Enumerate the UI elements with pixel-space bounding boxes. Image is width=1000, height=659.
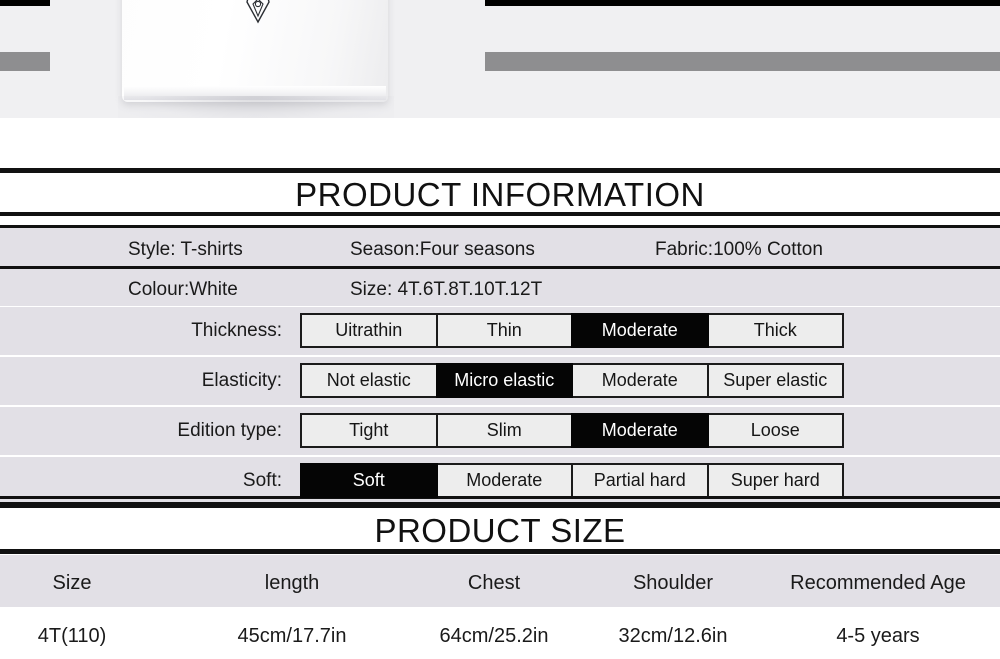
option-thickness-0[interactable]: Uitrathin	[300, 313, 438, 348]
decor-bar-gray-right	[485, 52, 1000, 71]
attribute-row-thickness: Thickness: Uitrathin Thin Moderate Thick	[0, 307, 1000, 355]
ornamental-emblem-icon	[246, 0, 270, 24]
attribute-label-elasticity: Elasticity:	[201, 370, 282, 391]
product-photo	[0, 0, 1000, 160]
size-header-size: Size	[52, 572, 92, 594]
divider-size-top-2	[0, 502, 1000, 508]
info-fabric: Fabric:100% Cotton	[655, 239, 823, 260]
divider-under-heading	[0, 212, 1000, 216]
option-group-edition-type: Tight Slim Moderate Loose	[300, 413, 844, 448]
info-row-2: Colour:White Size: 4T.6T.8T.10T.12T	[0, 269, 1000, 306]
divider-size-under-heading	[0, 549, 1000, 554]
size-table-row: 4T(110) 45cm/17.7in 64cm/25.2in 32cm/12.…	[0, 607, 1000, 659]
option-elasticity-3[interactable]: Super elastic	[706, 363, 844, 398]
option-elasticity-2[interactable]: Moderate	[571, 363, 709, 398]
divider-size-top-1	[0, 496, 1000, 499]
size-table-header-row: Size length Chest Shoulder Recommended A…	[0, 555, 1000, 607]
option-elasticity-1[interactable]: Micro elastic	[435, 363, 573, 398]
option-thickness-1[interactable]: Thin	[435, 313, 573, 348]
size-cell-chest: 64cm/25.2in	[439, 625, 549, 647]
size-cell-shoulder: 32cm/12.6in	[618, 625, 728, 647]
size-cell-size: 4T(110)	[37, 625, 107, 647]
option-soft-2[interactable]: Partial hard	[571, 463, 709, 498]
decor-bar-black-right	[485, 0, 1000, 6]
size-header-chest: Chest	[467, 572, 521, 594]
decor-bar-black-left	[0, 0, 50, 6]
option-edition-type-1[interactable]: Slim	[435, 413, 573, 448]
option-thickness-2[interactable]: Moderate	[571, 313, 709, 348]
option-soft-1[interactable]: Moderate	[435, 463, 573, 498]
size-header-shoulder: Shoulder	[632, 572, 714, 594]
divider-top	[0, 168, 1000, 173]
option-soft-0[interactable]: Soft	[300, 463, 438, 498]
product-size-heading: PRODUCT SIZE	[374, 512, 626, 549]
info-colour: Colour:White	[128, 279, 238, 300]
size-header-recommended-age: Recommended Age	[790, 572, 966, 594]
attribute-row-edition-type: Edition type: Tight Slim Moderate Loose	[0, 407, 1000, 455]
info-size-list: Size: 4T.6T.8T.10T.12T	[350, 279, 543, 300]
info-season: Season:Four seasons	[350, 239, 535, 260]
attribute-label-edition-type: Edition type:	[177, 420, 282, 441]
option-elasticity-0[interactable]: Not elastic	[300, 363, 438, 398]
size-cell-length: 45cm/17.7in	[237, 625, 347, 647]
attribute-label-thickness: Thickness:	[191, 320, 282, 341]
photo-floor	[0, 118, 1000, 160]
option-thickness-3[interactable]: Thick	[706, 313, 844, 348]
attribute-label-soft: Soft:	[242, 470, 282, 491]
info-row-1: Style: T-shirts Season:Four seasons Fabr…	[0, 228, 1000, 266]
option-soft-3[interactable]: Super hard	[706, 463, 844, 498]
info-style: Style: T-shirts	[128, 239, 243, 260]
option-edition-type-3[interactable]: Loose	[706, 413, 844, 448]
attribute-row-elasticity: Elasticity: Not elastic Micro elastic Mo…	[0, 357, 1000, 405]
product-detail-page: PRODUCT INFORMATION Style: T-shirts Seas…	[0, 0, 1000, 659]
size-cell-recommended-age: 4-5 years	[836, 625, 920, 647]
option-group-soft: Soft Moderate Partial hard Super hard	[300, 463, 844, 498]
option-group-elasticity: Not elastic Micro elastic Moderate Super…	[300, 363, 844, 398]
decor-bar-gray-left	[0, 52, 50, 71]
option-edition-type-0[interactable]: Tight	[300, 413, 438, 448]
option-group-thickness: Uitrathin Thin Moderate Thick	[300, 313, 844, 348]
product-information-heading: PRODUCT INFORMATION	[295, 176, 705, 213]
option-edition-type-2[interactable]: Moderate	[571, 413, 709, 448]
size-header-length: length	[264, 572, 320, 594]
